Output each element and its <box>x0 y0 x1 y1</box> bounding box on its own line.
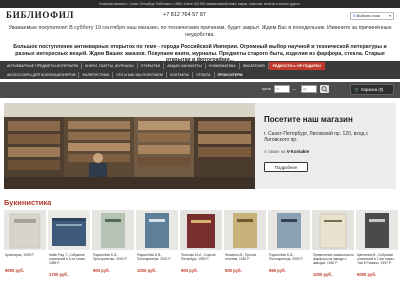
banner-social: А также на V-Kontakte <box>264 149 309 154</box>
product-card[interactable]: Раушенбах Б.В., Постскриптум, 2002 Р. 10… <box>136 210 179 281</box>
product-price: 900 руб. <box>181 268 198 273</box>
search-bar: цена от — до 🛒 Корзина (0) <box>0 82 400 98</box>
store-interior-photo <box>4 103 255 189</box>
product-name[interactable]: Раушенбах Б.В., Постскриптум, 2002 Р. <box>137 253 179 261</box>
chevron-down-icon: ▾ <box>389 14 391 18</box>
product-image[interactable] <box>48 210 90 250</box>
product-name[interactable]: Цветаева М., Собрание сочинений в 7-ми т… <box>357 253 399 266</box>
product-image[interactable] <box>224 210 266 250</box>
product-price: 1000 руб. <box>313 272 333 277</box>
vk-prefix: А также на <box>264 149 286 154</box>
phone-number: +7 812 764 57 87 <box>163 12 206 18</box>
product-card[interactable]: Применение космического фарфора на завод… <box>312 210 355 281</box>
product-card[interactable]: Фоменко М., Против течения, 1962 Р. 900 … <box>224 210 267 281</box>
search-icon <box>321 86 328 92</box>
language-select[interactable]: GВыбрать язык ▾ <box>350 12 394 20</box>
nav-row-2: АКСЕССУАРЫ ДЛЯ КОЛЛЕКЦИОНЕРОВ ФАЛЕРИСТИК… <box>4 70 400 79</box>
details-button[interactable]: Подробнее <box>264 162 308 172</box>
price-filter-label: цена <box>262 86 271 91</box>
vk-link[interactable]: V-Kontakte <box>287 149 309 154</box>
product-image[interactable] <box>92 210 134 250</box>
nav-row-1: АНТИКВАРНЫЕ ПРЕДМЕТЫ ИНТЕРЬЕРА КНИГИ, ГА… <box>4 61 400 70</box>
product-name[interactable]: Раушенбах Б.В., Пространство, 2002 Р. <box>93 253 135 261</box>
product-list: Кулинария, 1955 Р. 9000 руб. Майн Рид Т.… <box>4 210 400 281</box>
product-card[interactable]: Пьесова М.И., Старый Петербург, 1990 Р. … <box>180 210 223 281</box>
nav-item-banknotes[interactable]: АКЦИИ, БАНКНОТЫ <box>164 62 206 69</box>
product-price: 900 руб. <box>225 268 242 273</box>
product-image[interactable] <box>312 210 354 250</box>
product-image[interactable] <box>4 210 46 250</box>
product-image[interactable] <box>180 210 222 250</box>
product-image[interactable] <box>136 210 178 250</box>
product-price: 1700 руб. <box>49 272 69 277</box>
product-name[interactable]: Кулинария, 1955 Р. <box>5 253 47 257</box>
product-price: 9000 руб. <box>5 268 25 273</box>
nav-item-faleristics[interactable]: ФАЛЕРИСТИКА <box>79 71 114 78</box>
product-card[interactable]: Раушенбах Б.В., Постскриптум, 2002 Р. 95… <box>268 210 311 281</box>
product-card[interactable]: Кулинария, 1955 Р. 9000 руб. <box>4 210 47 281</box>
nav-item-payment[interactable]: ОПЛАТА <box>193 71 215 78</box>
store-banner: Посетите наш магазин г. Санкт-Петербург,… <box>4 103 396 189</box>
google-translate-icon: G <box>353 14 356 18</box>
nav-item-antique-interior[interactable]: АНТИКВАРНЫЕ ПРЕДМЕТЫ ИНТЕРЬЕРА <box>4 62 83 69</box>
product-card[interactable]: Майн Рид Т., Собрание сочинений в 6-ти т… <box>48 210 91 281</box>
product-price: 900 руб. <box>93 268 110 273</box>
product-name[interactable]: Пьесова М.И., Старый Петербург, 1990 Р. <box>181 253 223 261</box>
product-price: 950 руб. <box>269 268 286 273</box>
product-name[interactable]: Майн Рид Т., Собрание сочинений в 6-ти т… <box>49 253 91 266</box>
product-price: 1000 руб. <box>137 268 157 273</box>
banner-title: Посетите наш магазин <box>264 115 353 124</box>
search-button[interactable] <box>320 85 329 93</box>
main-navigation: АНТИКВАРНЫЕ ПРЕДМЕТЫ ИНТЕРЬЕРА КНИГИ, ГА… <box>0 61 400 79</box>
product-card[interactable]: Цветаева М., Собрание сочинений в 7-ми т… <box>356 210 399 281</box>
price-from-input[interactable]: от <box>274 85 290 93</box>
nav-item-rarities-vip[interactable]: РЕДКОСТИ и VIP ПОДАРКИ <box>268 61 325 70</box>
product-image[interactable] <box>356 210 398 250</box>
product-name[interactable]: Раушенбах Б.В., Постскриптум, 2002 Р. <box>269 253 311 261</box>
site-logo[interactable]: БИБЛИОФИЛ <box>6 10 74 20</box>
section-title: Букинистика <box>4 198 52 207</box>
price-to-input[interactable]: до <box>301 85 317 93</box>
nav-item-contacts[interactable]: КОНТАКТЫ <box>167 71 194 78</box>
product-card[interactable]: Раушенбах Б.В., Пространство, 2002 Р. 90… <box>92 210 135 281</box>
price-dash: — <box>292 86 296 91</box>
product-image[interactable] <box>268 210 310 250</box>
nav-item-proxiterm[interactable]: ПРОКСИТЕРМ <box>215 72 246 78</box>
cart-button[interactable]: 🛒 Корзина (0) <box>350 84 394 95</box>
nav-item-postcards[interactable]: ОТКРЫТКИ <box>138 62 165 69</box>
nav-item-what-we-buy[interactable]: ЧТО И КАК МЫ ПОКУПАЕМ <box>113 71 167 78</box>
nav-item-books[interactable]: КНИГИ, ГАЗЕТЫ, ЖУРНАЛЫ <box>82 62 138 69</box>
product-price: 5000 руб. <box>357 272 377 277</box>
product-name[interactable]: Применение космического фарфора на завод… <box>313 253 355 266</box>
nav-item-philately[interactable]: ФИЛАТЕЛИЯ <box>240 62 269 69</box>
cart-icon: 🛒 <box>354 87 360 92</box>
cart-label: Корзина (0) <box>361 87 384 92</box>
language-select-label: Выбрать язык <box>356 14 381 18</box>
product-name[interactable]: Фоменко М., Против течения, 1962 Р. <box>225 253 267 261</box>
banner-address: г. Санкт-Петербург, Лиговский пр. 120, в… <box>264 131 369 144</box>
closure-notice: Уважаемые покупатели! В субботу 19 сентя… <box>8 25 392 38</box>
nav-item-numismatics[interactable]: НУМИЗМАТИКА <box>206 62 240 69</box>
banner-content: Посетите наш магазин г. Санкт-Петербург,… <box>264 103 394 189</box>
nav-item-collector-accessories[interactable]: АКСЕССУАРЫ ДЛЯ КОЛЛЕКЦИОНЕРОВ <box>4 71 80 78</box>
topbar-info: Книжный магазин. г. Санкт-Петербург. Раб… <box>0 0 400 8</box>
